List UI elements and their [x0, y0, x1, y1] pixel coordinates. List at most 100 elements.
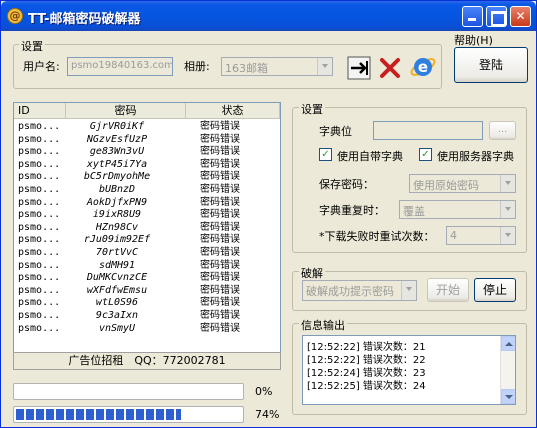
window-title: TT-邮箱密码破解器	[28, 12, 141, 27]
table-row[interactable]: psmo... DuMKCvnzCE 密码错误	[14, 272, 280, 284]
cell-status: 密码错误	[200, 221, 240, 233]
cell-status: 密码错误	[200, 247, 240, 258]
table-row[interactable]: psmo... i9ixR8U9 密码错误	[14, 209, 280, 221]
cell-id: psmo...	[18, 247, 61, 258]
chevron-down-icon	[401, 281, 416, 300]
save-pwd-select[interactable]: 使用原始密码	[409, 174, 516, 193]
app-icon: @	[7, 8, 23, 24]
cell-password: 9c3aIxn	[95, 310, 139, 321]
cell-password: NGzvEsfUzP	[86, 133, 148, 145]
builtin-dict-label: 使用自带字典	[337, 150, 403, 163]
cell-status: 密码错误	[200, 196, 240, 208]
cell-id: psmo...	[18, 133, 61, 145]
cell-id: psmo...	[18, 297, 61, 309]
table-row[interactable]: psmo... 9c3aIxn 密码错误	[14, 310, 280, 322]
dict-repeat-label: 字典重复时：	[319, 204, 385, 217]
cell-status: 密码错误	[200, 121, 240, 132]
enter-arrow-icon[interactable]	[347, 55, 373, 81]
list-header: ID 密码 状态	[14, 103, 280, 119]
close-button[interactable]: ✕	[510, 6, 531, 27]
cell-password: GjrVR0iKf	[89, 121, 145, 132]
table-row[interactable]: psmo... HZn98Cv 密码错误	[14, 222, 280, 234]
cell-password: AokDjfxPN9	[86, 196, 148, 208]
table-row[interactable]: psmo... AokDjfxPN9 密码错误	[14, 197, 280, 209]
server-dict-checkbox[interactable]: ✓	[419, 148, 432, 161]
cell-id: psmo...	[18, 221, 61, 233]
log-line: [12:52:25] 错误次数：24	[307, 381, 426, 392]
cell-id: psmo...	[18, 310, 61, 321]
cell-id: psmo...	[18, 196, 61, 208]
cell-status: 密码错误	[200, 158, 240, 170]
progress-bar-2	[13, 406, 244, 423]
info-log[interactable]: [12:52:22] 错误次数：21 [12:52:22] 错误次数：22 [1…	[302, 335, 516, 405]
chevron-down-icon	[500, 175, 515, 192]
table-row[interactable]: psmo... GjrVR0iKf 密码错误	[14, 121, 280, 133]
table-row[interactable]: psmo... xytP45i7Ya 密码错误	[14, 159, 280, 171]
cell-password: i9ixR8U9	[92, 209, 142, 221]
crack-mode-select[interactable]: 破解成功提示密码	[302, 280, 417, 301]
log-scrollbar[interactable]	[500, 336, 515, 404]
scroll-down-icon[interactable]	[501, 389, 515, 404]
table-row[interactable]: psmo... bC5rDmyohMe 密码错误	[14, 171, 280, 183]
browse-button[interactable]: ...	[489, 121, 516, 140]
retry-select[interactable]: 4	[446, 226, 516, 245]
cell-id: psmo...	[18, 184, 61, 195]
minimize-button[interactable]	[462, 6, 483, 27]
help-menu[interactable]: 帮助(H)	[454, 32, 493, 48]
cell-id: psmo...	[18, 171, 61, 183]
table-row[interactable]: psmo... sdMH91 密码错误	[14, 260, 280, 272]
save-pwd-select-value: 使用原始密码	[413, 179, 479, 192]
username-label: 用户名:	[23, 60, 60, 73]
column-header-id[interactable]: ID	[14, 103, 66, 119]
mailbox-select[interactable]: 163邮箱	[221, 57, 333, 76]
server-dict-label: 使用服务器字典	[437, 150, 514, 163]
scroll-up-icon[interactable]	[501, 336, 515, 351]
dict-label: 字典位	[319, 125, 352, 138]
builtin-dict-checkbox[interactable]: ✓	[319, 148, 332, 161]
cell-status: 密码错误	[200, 209, 240, 221]
cell-status: 密码错误	[200, 259, 240, 271]
cell-status: 密码错误	[200, 322, 240, 334]
cell-id: psmo...	[18, 209, 61, 221]
cell-id: psmo...	[18, 234, 61, 246]
table-row[interactable]: psmo... NGzvEsfUzP 密码错误	[14, 134, 280, 146]
dict-repeat-select[interactable]: 覆盖	[399, 200, 516, 219]
chevron-down-icon	[500, 201, 515, 218]
right-settings-title: 设置	[299, 101, 325, 117]
crack-mode-select-value: 破解成功提示密码	[306, 285, 394, 298]
cell-status: 密码错误	[200, 310, 240, 321]
retry-label: *下载失败时重试次数：	[319, 230, 435, 243]
table-row[interactable]: psmo... wXFdfwEmsu 密码错误	[14, 285, 280, 297]
progress-fill-2	[16, 409, 182, 420]
dict-path-field[interactable]	[373, 121, 483, 140]
column-header-password[interactable]: 密码	[66, 103, 186, 119]
table-row[interactable]: psmo... rJu09im92Ef 密码错误	[14, 234, 280, 246]
stop-button[interactable]: 停止	[474, 278, 516, 302]
cell-status: 密码错误	[200, 171, 240, 183]
table-row[interactable]: psmo... bUBnzD 密码错误	[14, 184, 280, 196]
result-list[interactable]: ID 密码 状态 psmo... GjrVR0iKf 密码错误 psmo... NGzv…	[13, 102, 281, 370]
table-row[interactable]: psmo... 70rtVvC 密码错误	[14, 247, 280, 259]
table-row[interactable]: psmo... vnSmyU 密码错误	[14, 323, 280, 335]
table-row[interactable]: psmo... ge83Wn3vU 密码错误	[14, 146, 280, 158]
delete-x-icon[interactable]	[378, 56, 402, 80]
cell-id: psmo...	[18, 121, 61, 132]
dict-repeat-select-value: 覆盖	[403, 205, 425, 218]
progress-bar-1	[13, 383, 244, 400]
info-title: 信息输出	[299, 317, 347, 333]
cell-id: psmo...	[18, 272, 61, 284]
crack-title: 破解	[299, 265, 325, 281]
table-row[interactable]: psmo... wtL0S96 密码错误	[14, 297, 280, 309]
cell-status: 密码错误	[200, 272, 240, 284]
cell-password: xytP45i7Ya	[86, 158, 148, 170]
browser-e-icon[interactable]: e	[409, 53, 437, 81]
cell-password: DuMKCvnzCE	[86, 272, 148, 284]
start-button[interactable]: 开始	[427, 278, 469, 302]
maximize-button[interactable]	[486, 6, 507, 27]
username-field[interactable]: psmo19840163.com	[67, 57, 173, 76]
column-header-status[interactable]: 状态	[186, 103, 280, 119]
chevron-down-icon	[500, 227, 515, 244]
ad-banner: 广告位招租 QQ：772002781	[13, 352, 281, 370]
title-bar[interactable]: @ TT-邮箱密码破解器 ✕	[1, 1, 536, 31]
login-button[interactable]: 登陆	[454, 47, 528, 83]
